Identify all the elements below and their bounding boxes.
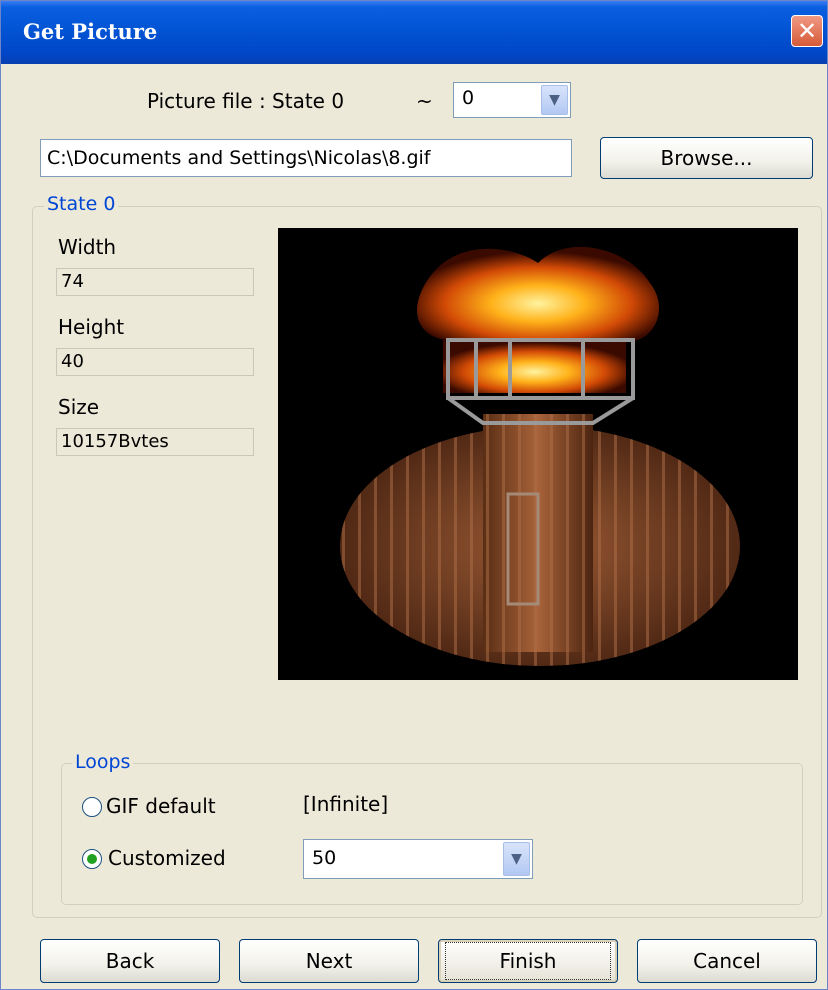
size-label: Size bbox=[58, 395, 100, 419]
size-value-text: 10157Bvtes bbox=[61, 431, 169, 452]
get-picture-dialog: Get Picture ✕ Picture file : State 0 ~ 0… bbox=[0, 0, 828, 990]
tilde-label: ~ bbox=[416, 89, 433, 113]
state-group-legend: State 0 bbox=[44, 193, 119, 215]
width-label: Width bbox=[58, 235, 117, 259]
picture-file-label: Picture file : State 0 bbox=[147, 89, 345, 113]
chevron-down-icon[interactable]: ▼ bbox=[541, 85, 568, 115]
title-bar: Get Picture ✕ bbox=[1, 1, 827, 64]
picture-preview bbox=[278, 228, 798, 680]
browse-button-label: Browse... bbox=[660, 146, 753, 170]
loops-count-select[interactable]: 50 ▼ bbox=[303, 839, 533, 879]
customized-label[interactable]: Customized bbox=[108, 846, 226, 870]
next-button-label: Next bbox=[305, 949, 353, 973]
browse-button[interactable]: Browse... bbox=[600, 137, 813, 179]
size-value: 10157Bvtes bbox=[56, 428, 254, 456]
finish-button[interactable]: Finish bbox=[438, 939, 618, 983]
width-value-text: 74 bbox=[61, 271, 84, 292]
window-title: Get Picture bbox=[23, 19, 158, 44]
finish-button-label: Finish bbox=[444, 942, 612, 980]
loops-group bbox=[61, 763, 803, 905]
loops-count-value: 50 bbox=[312, 847, 337, 869]
width-value: 74 bbox=[56, 268, 254, 296]
gif-default-value: [Infinite] bbox=[303, 792, 389, 816]
torch-image bbox=[340, 246, 740, 666]
cancel-button-label: Cancel bbox=[693, 949, 761, 973]
back-button-label: Back bbox=[105, 949, 155, 973]
height-value: 40 bbox=[56, 348, 254, 376]
close-icon[interactable]: ✕ bbox=[791, 15, 823, 47]
loops-group-legend: Loops bbox=[72, 751, 134, 773]
height-label: Height bbox=[58, 315, 125, 339]
height-value-text: 40 bbox=[61, 351, 84, 372]
next-button[interactable]: Next bbox=[239, 939, 419, 983]
cancel-button[interactable]: Cancel bbox=[637, 939, 817, 983]
back-button[interactable]: Back bbox=[40, 939, 220, 983]
chevron-down-icon[interactable]: ▼ bbox=[503, 842, 530, 876]
state-select-value: 0 bbox=[462, 87, 475, 109]
gif-default-radio[interactable] bbox=[82, 797, 102, 817]
customized-radio[interactable] bbox=[82, 849, 102, 869]
state-select[interactable]: 0 ▼ bbox=[453, 82, 571, 118]
file-path-value: C:\Documents and Settings\Nicolas\8.gif bbox=[47, 147, 431, 169]
gif-default-label[interactable]: GIF default bbox=[106, 794, 216, 818]
file-path-field[interactable]: C:\Documents and Settings\Nicolas\8.gif bbox=[40, 139, 572, 177]
